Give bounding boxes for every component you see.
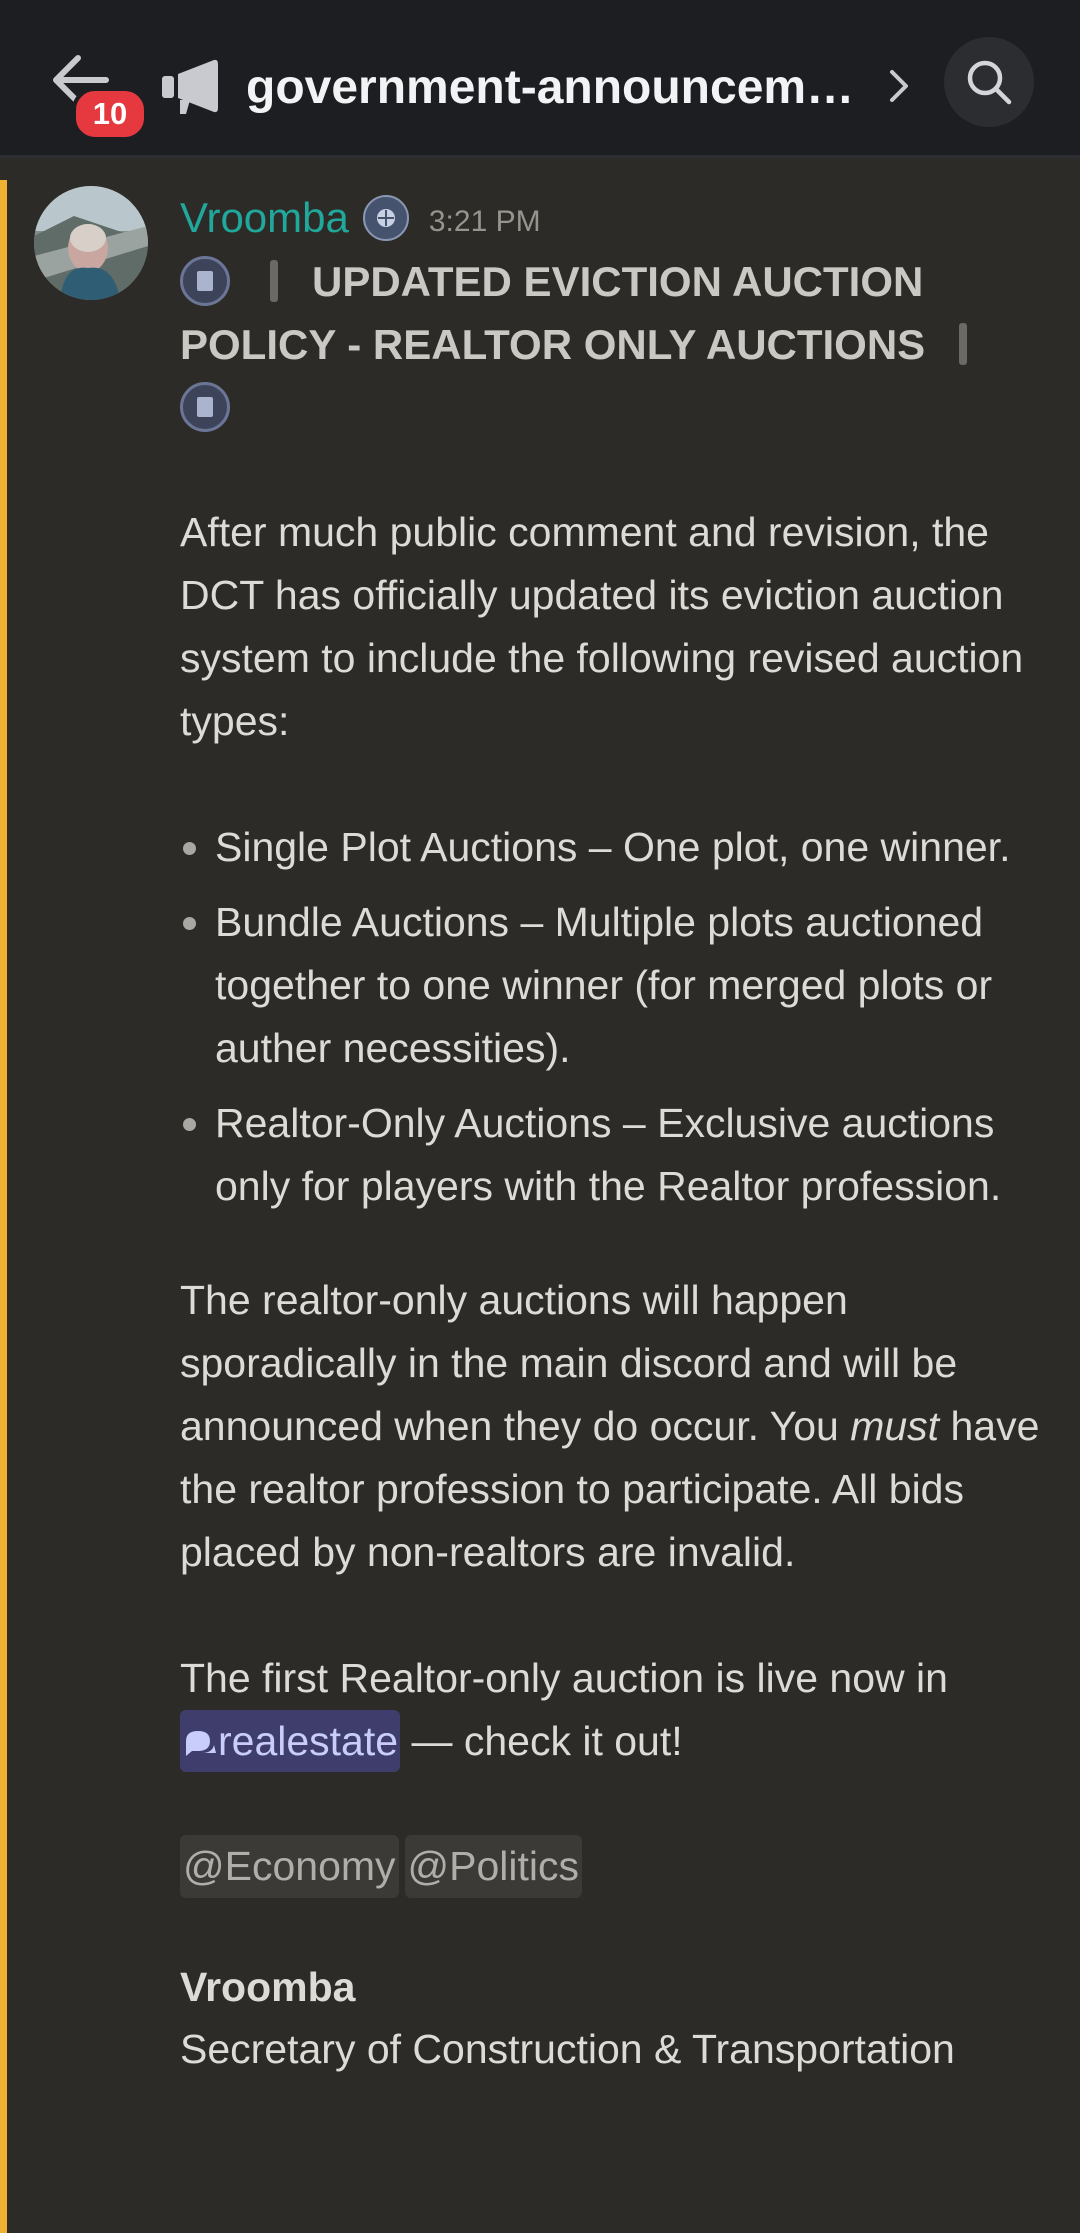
unread-badge: 10 xyxy=(72,87,148,141)
author-name[interactable]: Vroomba xyxy=(180,194,349,242)
separator xyxy=(959,323,968,365)
signature-name: Vroomba xyxy=(180,1964,356,2010)
role-mentions: @Economy @Politics xyxy=(180,1835,1060,1898)
message: Vroomba 3:21 PM UPDATED EVICTION AUCTION… xyxy=(180,190,1060,2080)
intro-paragraph: After much public comment and revision, … xyxy=(180,509,1024,744)
list-item: Realtor-Only Auctions – Exclusive auctio… xyxy=(180,1092,1060,1218)
emblem-icon xyxy=(180,256,230,306)
chevron-right-icon[interactable] xyxy=(884,64,914,108)
mention-highlight-bar xyxy=(0,180,7,2233)
forum-icon xyxy=(182,1712,218,1756)
first-auction-paragraph: The first Realtor-only auction is live n… xyxy=(180,1647,1060,1773)
auction-types-list: Single Plot Auctions – One plot, one win… xyxy=(180,816,1060,1218)
signature-title: Secretary of Construction & Transportati… xyxy=(180,2026,955,2072)
list-item: Single Plot Auctions – One plot, one win… xyxy=(180,816,1060,879)
role-badge-icon[interactable] xyxy=(362,195,409,241)
realtor-paragraph: The realtor-only auctions will happen sp… xyxy=(180,1269,1060,1584)
channel-mention-label: realestate xyxy=(218,1718,399,1764)
policy-title: UPDATED EVICTION AUCTION POLICY - REALTO… xyxy=(180,250,1060,439)
channel-header: 10 government-announceme... xyxy=(0,0,1080,158)
channel-mention-realestate[interactable]: realestate xyxy=(180,1710,401,1772)
emblem-icon xyxy=(180,382,230,432)
message-header: Vroomba 3:21 PM xyxy=(180,190,1060,246)
avatar[interactable] xyxy=(34,186,148,300)
role-mention-economy[interactable]: @Economy xyxy=(180,1835,399,1898)
channel-name[interactable]: government-announceme... xyxy=(246,58,870,118)
emphasis-text: must xyxy=(850,1403,940,1449)
list-item: Bundle Auctions – Multiple plots auction… xyxy=(180,891,1060,1080)
search-button[interactable] xyxy=(944,37,1034,127)
title-text: UPDATED EVICTION AUCTION POLICY - REALTO… xyxy=(180,258,926,368)
separator xyxy=(270,260,278,302)
first-auction-text: The first Realtor-only auction is live n… xyxy=(180,1655,948,1701)
first-auction-after: — check it out! xyxy=(400,1718,683,1764)
realtor-text-before: The realtor-only auctions will happen sp… xyxy=(180,1277,958,1449)
role-mention-politics[interactable]: @Politics xyxy=(404,1835,583,1898)
search-icon xyxy=(967,60,1012,105)
megaphone-icon xyxy=(160,56,224,116)
timestamp: 3:21 PM xyxy=(428,205,541,238)
